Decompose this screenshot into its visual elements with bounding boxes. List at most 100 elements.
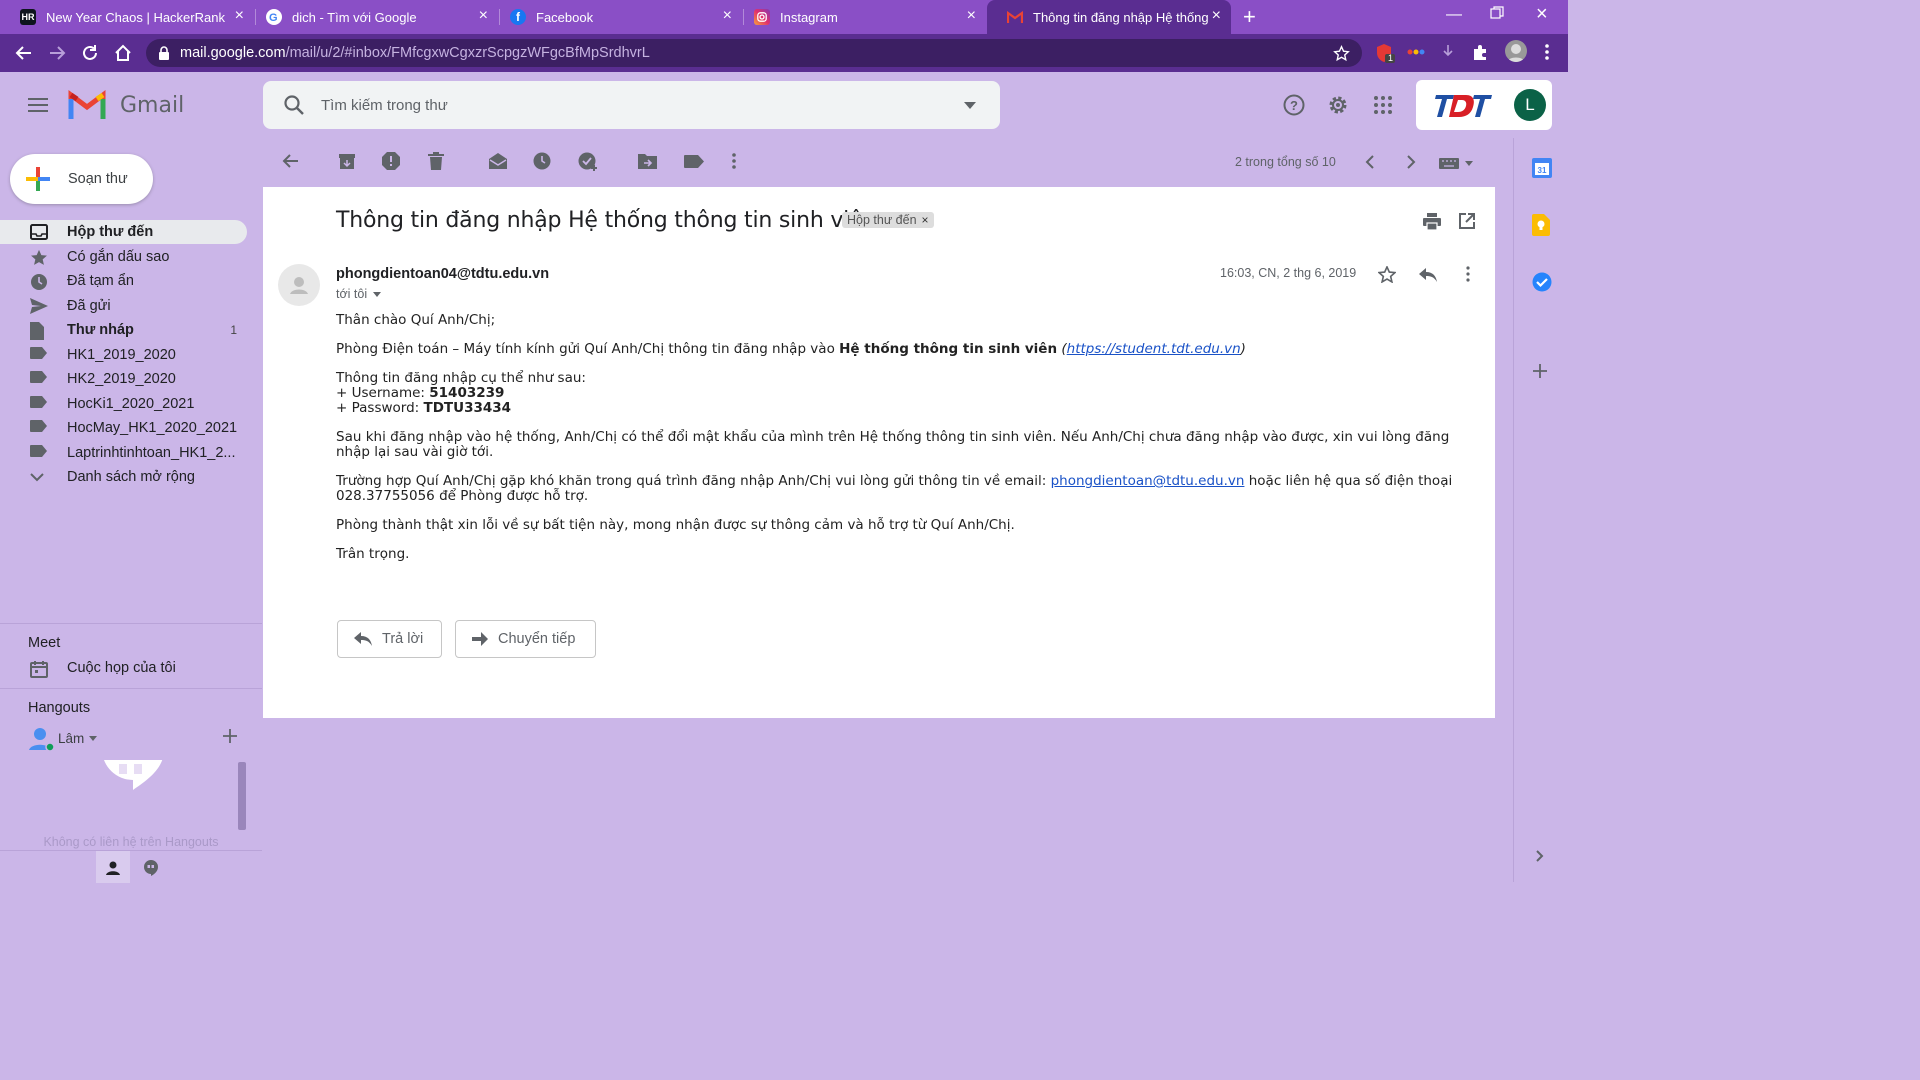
inbox-label-chip[interactable]: Hộp thư đến × [842,212,934,228]
extension-badge: 1 [1388,53,1394,63]
support-email-link[interactable]: phongdientoan@tdtu.edu.vn [1051,473,1245,489]
sidebar-item-label-hocmay[interactable]: HocMay_HK1_2020_2021 [0,416,247,440]
expand-panel-chevron-icon[interactable] [1536,850,1544,862]
tab-title: Thông tin đăng nhập Hệ thống thông tin s… [1033,9,1209,25]
sidebar-item-snoozed[interactable]: Đã tạm ẩn [0,269,247,293]
new-tab-button[interactable]: + [1243,4,1256,30]
star-message-icon[interactable] [1378,266,1396,283]
sidebar-item-label: HocMay_HK1_2020_2021 [67,420,238,436]
message-date: 16:03, CN, 2 thg 6, 2019 [1220,266,1357,280]
more-vert-icon[interactable] [731,152,737,170]
close-icon[interactable]: × [967,8,976,24]
more-options-icon[interactable] [1465,266,1471,282]
google-tasks-icon[interactable] [1532,272,1552,292]
home-icon[interactable] [113,43,133,63]
next-chevron-icon[interactable] [1406,155,1416,169]
apps-grid-icon[interactable] [1374,96,1392,114]
restore-icon[interactable] [1490,6,1504,20]
extensions-puzzle-icon[interactable] [1472,43,1490,61]
recipient-details[interactable]: tới tôi [336,287,382,301]
minimize-icon[interactable]: — [1446,6,1462,24]
get-addons-plus-icon[interactable] [1532,363,1548,379]
reply-button[interactable]: Trả lời [337,620,442,658]
sender-email[interactable]: phongdientoan04@tdtu.edu.vn [336,266,549,282]
help-icon[interactable]: ? [1283,94,1305,116]
clock-icon [31,274,47,290]
account-avatar[interactable]: L [1514,89,1546,121]
tab-instagram[interactable]: Instagram × [734,0,986,34]
archive-icon[interactable] [338,152,356,170]
tab-hackerrank[interactable]: HR New Year Chaos | HackerRank × [0,0,254,34]
open-in-new-window-icon[interactable] [1459,213,1475,229]
search-placeholder: Tìm kiếm trong thư [321,97,448,114]
sidebar-item-sent[interactable]: Đã gửi [0,294,247,318]
add-to-tasks-icon[interactable] [578,152,598,172]
report-spam-icon[interactable] [382,152,400,170]
address-bar[interactable]: mail.google.com/mail/u/2/#inbox/FMfcgxwC… [146,39,1362,67]
google-calendar-icon[interactable]: 31 [1532,158,1552,178]
search-options-caret-icon[interactable] [964,102,976,109]
back-arrow-icon[interactable] [14,43,34,63]
compose-button[interactable]: Soạn thư [10,154,153,204]
mark-unread-icon[interactable] [488,152,508,170]
close-icon[interactable]: × [1212,8,1221,24]
sidebar-item-label-hocki1-2020-2021[interactable]: HocKi1_2020_2021 [0,392,247,416]
meet-my-meetings[interactable]: Cuộc họp của tôi [0,656,247,680]
google-keep-icon[interactable] [1532,214,1550,236]
previous-chevron-icon[interactable] [1365,155,1375,169]
url-path: /mail/u/2/#inbox/FMfcgxwCgxzrScpgzWFgcBf… [285,45,650,61]
move-to-icon[interactable] [638,152,658,170]
organization-logo[interactable]: L [1416,80,1552,130]
body-paragraph-5: Phòng thành thật xin lỗi về sự bất tiện … [336,517,1015,533]
forward-arrow-icon [472,632,488,646]
sidebar-item-inbox[interactable]: Hộp thư đến [0,220,247,244]
gmail-logo-icon[interactable] [68,90,106,120]
main-menu-icon[interactable] [28,97,48,113]
tab-gmail-active[interactable]: Thông tin đăng nhập Hệ thống thông tin s… [987,0,1231,34]
snooze-clock-icon[interactable] [533,152,551,170]
gmail-icon [1007,9,1023,25]
label-as-icon[interactable] [684,155,704,168]
hangouts-scrollbar[interactable] [238,762,246,830]
reload-icon[interactable] [80,43,100,63]
sidebar-item-drafts[interactable]: Thư nháp 1 [0,318,247,342]
sidebar-item-label-laptrinhtinhtoan[interactable]: Laptrinhtinhtoan_HK1_2... [0,441,247,465]
print-icon[interactable] [1423,213,1441,230]
search-icon[interactable] [283,94,305,116]
delete-trash-icon[interactable] [428,152,444,170]
sidebar-item-label-hk1-2019-2020[interactable]: HK1_2019_2020 [0,343,247,367]
remove-label-icon[interactable]: × [922,213,929,227]
compose-label: Soạn thư [68,171,128,187]
conversations-tab[interactable] [143,860,159,876]
close-window-icon[interactable]: × [1536,3,1548,26]
profile-avatar[interactable] [1505,40,1527,62]
hangouts-user[interactable]: Lâm [26,724,98,752]
sidebar-item-more[interactable]: Danh sách mở rộng [0,465,247,489]
meet-item-label: Cuộc họp của tôi [67,660,176,676]
bookmark-star-icon[interactable] [1333,45,1350,62]
download-icon[interactable] [1441,44,1455,60]
contacts-tab[interactable] [96,851,130,883]
forward-button[interactable]: Chuyển tiếp [455,620,596,658]
search-bar[interactable]: Tìm kiếm trong thư [263,81,1000,129]
calendar-icon [30,661,48,678]
close-icon[interactable]: × [479,8,488,24]
sender-avatar[interactable] [278,264,320,306]
svg-text:G: G [269,12,278,23]
student-portal-link[interactable]: https://student.tdt.edu.vn [1067,341,1241,357]
sidebar-item-label-hk2-2019-2020[interactable]: HK2_2019_2020 [0,367,247,391]
input-tools-keyboard-icon[interactable] [1439,156,1475,170]
tab-facebook[interactable]: f Facebook × [490,0,742,34]
reply-icon[interactable] [1419,268,1437,282]
settings-gear-icon[interactable] [1327,94,1349,116]
extension-shield-icon[interactable]: 1 [1374,42,1396,64]
forward-arrow-icon[interactable] [47,43,67,63]
back-to-inbox-icon[interactable] [281,152,299,170]
add-contact-plus-icon[interactable] [222,728,238,744]
close-icon[interactable]: × [235,8,244,24]
tab-google[interactable]: G dich - Tìm với Google × [246,0,498,34]
close-icon[interactable]: × [723,8,732,24]
browser-menu-icon[interactable] [1544,43,1550,61]
extension-dots-icon[interactable] [1407,46,1425,58]
sidebar-item-starred[interactable]: Có gắn dấu sao [0,245,247,269]
